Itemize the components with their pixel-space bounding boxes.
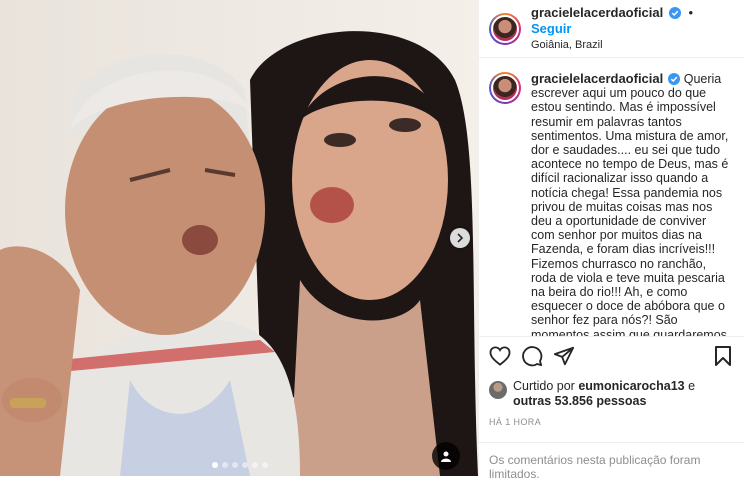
carousel-dot (252, 462, 258, 468)
follow-button[interactable]: Seguir (531, 21, 571, 36)
carousel-dot (232, 462, 238, 468)
comment-icon (522, 346, 543, 367)
caption-username[interactable]: gracielelacerdaoficial (531, 71, 663, 86)
author-username[interactable]: gracielelacerdaoficial (531, 5, 663, 20)
likes-others-link[interactable]: outras 53.856 pessoas (513, 394, 646, 408)
caption-text: Queria escrever aqui um pouco do que est… (531, 72, 729, 336)
author-avatar[interactable] (489, 12, 521, 45)
carousel-dot (212, 462, 218, 468)
likes-summary: Curtido por eumonicarocha13 e outras 53.… (489, 379, 734, 409)
caption-author-avatar[interactable] (489, 72, 521, 104)
share-icon (553, 346, 575, 366)
carousel-dots (212, 462, 268, 468)
post-photo[interactable] (0, 0, 478, 476)
post-dialog: gracielelacerdaoficial • Seguir Goiânia,… (0, 0, 744, 481)
caption-text-block: gracielelacerdaoficial Queria escrever a… (531, 71, 731, 336)
chevron-right-icon (457, 233, 464, 243)
likes-prefix: Curtido por (513, 379, 579, 393)
carousel-dot (262, 462, 268, 468)
carousel-dot (242, 462, 248, 468)
header-separator: • (688, 4, 694, 20)
bookmark-icon (715, 346, 731, 366)
post-header: gracielelacerdaoficial • Seguir Goiânia,… (479, 0, 744, 58)
post-side-panel: gracielelacerdaoficial • Seguir Goiânia,… (478, 0, 744, 481)
comment-button[interactable] (521, 345, 543, 367)
comments-limited-notice: Os comentários nesta publicação foram li… (479, 442, 744, 481)
post-caption: gracielelacerdaoficial Queria escrever a… (479, 58, 744, 336)
save-button[interactable] (712, 345, 734, 367)
share-button[interactable] (553, 345, 575, 367)
verified-badge-icon (668, 6, 681, 19)
tagged-users-button[interactable] (432, 442, 460, 470)
carousel-dot (222, 462, 228, 468)
user-tag-icon (441, 451, 451, 462)
post-location[interactable]: Goiânia, Brazil (531, 37, 734, 53)
liked-by-username[interactable]: eumonicarocha13 (578, 379, 684, 393)
next-photo-button[interactable] (450, 228, 470, 248)
likes-middle: e (684, 379, 696, 393)
like-button[interactable] (489, 345, 511, 367)
post-timestamp[interactable]: HÁ 1 HORA (489, 417, 734, 427)
photo-image (0, 0, 478, 476)
liker-avatar[interactable] (489, 381, 507, 399)
heart-icon (489, 346, 511, 366)
verified-badge-icon (668, 73, 681, 85)
